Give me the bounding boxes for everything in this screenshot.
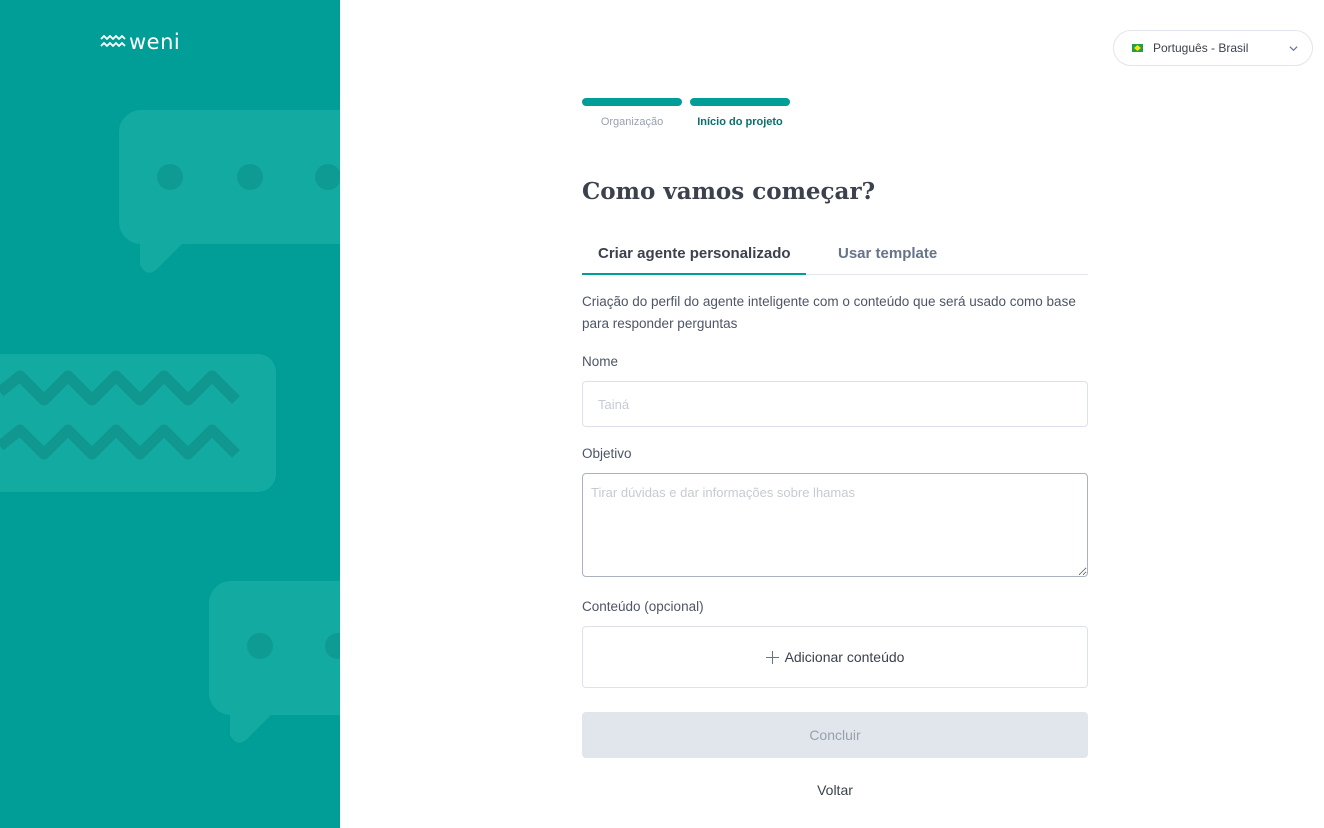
chevron-down-icon bbox=[1289, 45, 1298, 51]
logo-text: weni bbox=[129, 30, 181, 54]
submit-button[interactable]: Concluir bbox=[582, 712, 1088, 758]
brazil-flag-icon bbox=[1132, 44, 1143, 52]
name-input[interactable] bbox=[582, 381, 1088, 427]
back-link[interactable]: Voltar bbox=[582, 782, 1088, 798]
name-label: Nome bbox=[582, 354, 619, 369]
step-project-start: Início do projeto bbox=[690, 98, 790, 128]
add-content-button[interactable]: Adicionar conteúdo bbox=[582, 626, 1088, 688]
step-organization: Organização bbox=[582, 98, 682, 128]
goal-textarea[interactable] bbox=[582, 473, 1088, 577]
language-select[interactable]: Português - Brasil bbox=[1113, 30, 1313, 66]
progress-steps: Organização Início do projeto bbox=[582, 98, 790, 128]
weni-wave-icon bbox=[100, 35, 126, 47]
step-label: Organização bbox=[600, 116, 664, 128]
goal-label: Objetivo bbox=[582, 446, 632, 461]
content-label: Conteúdo (opcional) bbox=[582, 599, 704, 614]
weni-logo: weni bbox=[100, 30, 180, 54]
chat-bubbles-illustration bbox=[0, 110, 340, 743]
step-label: Início do projeto bbox=[697, 116, 783, 128]
step-bar bbox=[690, 98, 790, 106]
brand-panel: weni bbox=[0, 0, 340, 828]
page-title: Como vamos começar? bbox=[582, 178, 876, 205]
add-content-label: Adicionar conteúdo bbox=[784, 649, 905, 665]
tab-custom-agent[interactable]: Criar agente personalizado bbox=[582, 240, 806, 275]
plus-icon bbox=[765, 650, 779, 664]
form-description: Criação do perfil do agente inteligente … bbox=[582, 294, 1076, 331]
step-bar bbox=[582, 98, 682, 106]
language-label: Português - Brasil bbox=[1153, 41, 1249, 55]
tab-use-template[interactable]: Usar template bbox=[806, 240, 953, 275]
tab-bar: Criar agente personalizado Usar template bbox=[582, 240, 1088, 275]
